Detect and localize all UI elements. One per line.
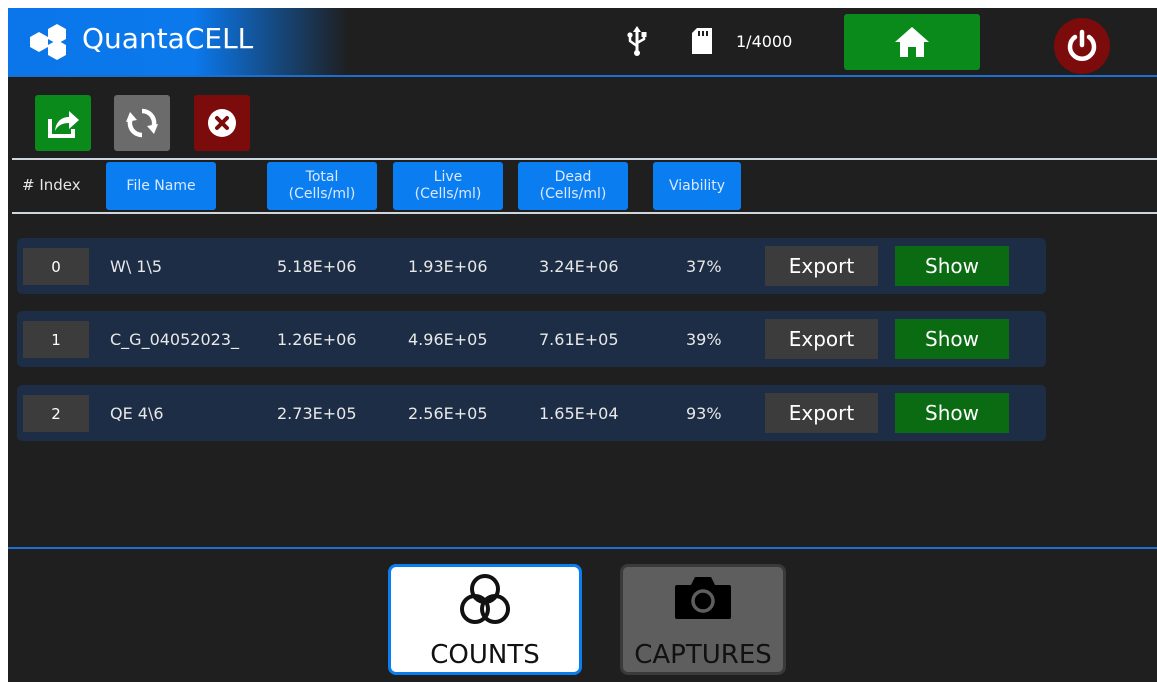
- row-file-name: QE 4\6: [110, 404, 164, 423]
- column-header-total: Total: [305, 169, 339, 185]
- row-dead: 3.24E+06: [539, 257, 619, 276]
- column-header-dead-unit: (Cells/ml): [539, 186, 607, 202]
- column-header-file-name: File Name: [126, 177, 196, 194]
- row-index: 2: [23, 395, 89, 432]
- tab-captures-label: CAPTURES: [634, 640, 772, 670]
- row-file-name: W\ 1\5: [110, 257, 163, 276]
- export-icon: [48, 111, 79, 138]
- app-title: QuantaCELL: [82, 22, 254, 55]
- column-header-live: Live: [433, 169, 463, 185]
- refresh-button[interactable]: [114, 95, 170, 151]
- top-bar: QuantaCELL 1/4000: [8, 8, 1157, 75]
- tab-counts[interactable]: COUNTS: [388, 564, 582, 675]
- row-live: 2.56E+05: [408, 404, 488, 423]
- column-header-live-unit: (Cells/ml): [414, 186, 482, 202]
- home-button[interactable]: [844, 14, 980, 70]
- table-row: 1 C_G_04052023_ 1.26E+06 4.96E+05 7.61E+…: [17, 311, 1046, 367]
- row-live: 1.93E+06: [408, 257, 488, 276]
- column-header-dead: Dead: [554, 169, 592, 185]
- usb-icon: [627, 26, 647, 56]
- refresh-icon: [126, 108, 158, 138]
- power-button[interactable]: [1054, 18, 1110, 74]
- export-all-button[interactable]: [35, 95, 91, 151]
- tab-captures[interactable]: CAPTURES: [620, 564, 786, 675]
- export-button[interactable]: Export: [765, 246, 878, 286]
- brand-area: QuantaCELL: [8, 8, 348, 75]
- row-live: 4.96E+05: [408, 330, 488, 349]
- sd-card-icon: [692, 28, 712, 54]
- export-button[interactable]: Export: [765, 393, 878, 433]
- capacity-counter: 1/4000: [736, 32, 793, 51]
- show-button[interactable]: Show: [895, 393, 1009, 433]
- show-button[interactable]: Show: [895, 319, 1009, 359]
- row-total: 5.18E+06: [277, 257, 357, 276]
- column-header-index: # Index: [22, 176, 81, 194]
- row-dead: 1.65E+04: [539, 404, 619, 423]
- column-header-viability: Viability: [668, 177, 726, 194]
- venn-icon: [460, 574, 510, 624]
- delete-icon: [208, 109, 236, 137]
- table-row: 0 W\ 1\5 5.18E+06 1.93E+06 3.24E+06 37% …: [17, 238, 1046, 294]
- bottom-nav: [8, 549, 1157, 682]
- row-dead: 7.61E+05: [539, 330, 619, 349]
- sort-total-button[interactable]: Total (Cells/ml): [267, 162, 377, 210]
- row-viability: 37%: [686, 257, 722, 276]
- delete-button[interactable]: [194, 95, 250, 151]
- column-header-total-unit: (Cells/ml): [288, 186, 356, 202]
- show-button[interactable]: Show: [895, 246, 1009, 286]
- row-total: 2.73E+05: [277, 404, 357, 423]
- row-viability: 39%: [686, 330, 722, 349]
- row-index: 1: [23, 321, 89, 358]
- export-button[interactable]: Export: [765, 319, 878, 359]
- home-icon: [895, 27, 929, 57]
- header-divider-top: [12, 158, 1157, 160]
- sort-dead-button[interactable]: Dead (Cells/ml): [518, 162, 628, 210]
- sort-viability-button[interactable]: Viability: [653, 162, 741, 210]
- power-icon: [1067, 29, 1097, 61]
- camera-icon: [675, 577, 731, 619]
- top-divider: [8, 75, 1157, 77]
- tab-counts-label: COUNTS: [430, 640, 540, 670]
- row-viability: 93%: [686, 404, 722, 423]
- table-row: 2 QE 4\6 2.73E+05 2.56E+05 1.65E+04 93% …: [17, 385, 1046, 441]
- row-file-name: C_G_04052023_: [110, 330, 240, 349]
- header-divider-bottom: [12, 212, 1157, 214]
- row-total: 1.26E+06: [277, 330, 357, 349]
- sort-live-button[interactable]: Live (Cells/ml): [393, 162, 503, 210]
- row-index: 0: [23, 248, 89, 285]
- sort-file-name-button[interactable]: File Name: [106, 162, 216, 210]
- quantacell-logo-icon: [30, 24, 66, 60]
- app-screen: QuantaCELL 1/4000 # Index File Name Tota…: [8, 8, 1157, 682]
